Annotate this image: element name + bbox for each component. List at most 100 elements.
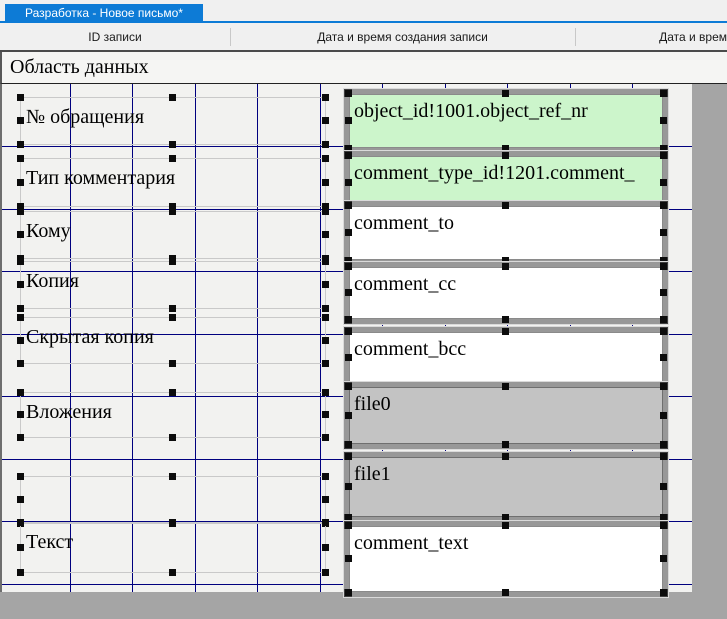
- selection-handle[interactable]: [322, 179, 329, 186]
- selection-handle[interactable]: [502, 441, 509, 448]
- selection-handle[interactable]: [17, 94, 24, 101]
- selection-handle[interactable]: [345, 117, 352, 124]
- selection-handle[interactable]: [660, 263, 667, 270]
- selection-handle[interactable]: [660, 514, 667, 521]
- selection-handle[interactable]: [345, 354, 352, 361]
- selection-handle[interactable]: [502, 589, 509, 596]
- selection-handle[interactable]: [322, 389, 329, 396]
- selection-handle[interactable]: [17, 411, 24, 418]
- selection-handle[interactable]: [17, 519, 24, 526]
- selection-handle[interactable]: [169, 305, 176, 312]
- field-frame[interactable]: file1: [344, 452, 668, 522]
- selection-handle[interactable]: [660, 441, 667, 448]
- selection-handle[interactable]: [322, 569, 329, 576]
- selection-handle[interactable]: [345, 289, 352, 296]
- label-frame[interactable]: Скрытая копия: [20, 317, 326, 364]
- label-frame[interactable]: [20, 476, 326, 524]
- selection-handle[interactable]: [345, 383, 352, 390]
- selection-handle[interactable]: [502, 90, 509, 97]
- selection-handle[interactable]: [502, 522, 509, 529]
- selection-handle[interactable]: [660, 483, 667, 490]
- selection-handle[interactable]: [17, 434, 24, 441]
- field-box[interactable]: object_id!1001.object_ref_nr: [349, 94, 663, 148]
- selection-handle[interactable]: [345, 229, 352, 236]
- selection-handle[interactable]: [322, 434, 329, 441]
- selection-handle[interactable]: [169, 141, 176, 148]
- selection-handle[interactable]: [17, 305, 24, 312]
- selection-handle[interactable]: [345, 453, 352, 460]
- field-box[interactable]: file0: [349, 387, 663, 444]
- selection-handle[interactable]: [169, 258, 176, 265]
- selection-handle[interactable]: [502, 453, 509, 460]
- selection-handle[interactable]: [345, 179, 352, 186]
- selection-handle[interactable]: [322, 231, 329, 238]
- selection-handle[interactable]: [322, 360, 329, 367]
- selection-handle[interactable]: [322, 281, 329, 288]
- selection-handle[interactable]: [17, 155, 24, 162]
- field-box[interactable]: comment_bcc: [349, 332, 663, 384]
- selection-handle[interactable]: [502, 202, 509, 209]
- selection-handle[interactable]: [17, 281, 24, 288]
- selection-handle[interactable]: [345, 589, 352, 596]
- selection-handle[interactable]: [502, 383, 509, 390]
- selection-handle[interactable]: [660, 179, 667, 186]
- selection-handle[interactable]: [502, 152, 509, 159]
- selection-handle[interactable]: [660, 289, 667, 296]
- selection-handle[interactable]: [322, 411, 329, 418]
- selection-handle[interactable]: [17, 337, 24, 344]
- field-box[interactable]: comment_text: [349, 526, 663, 592]
- label-frame[interactable]: Кому: [20, 211, 326, 259]
- ruler-column-modified[interactable]: Дата и врем: [575, 23, 727, 50]
- selection-handle[interactable]: [660, 412, 667, 419]
- selection-handle[interactable]: [502, 328, 509, 335]
- selection-handle[interactable]: [502, 263, 509, 270]
- label-frame[interactable]: Вложения: [20, 392, 326, 438]
- selection-handle[interactable]: [17, 258, 24, 265]
- selection-handle[interactable]: [17, 231, 24, 238]
- selection-handle[interactable]: [17, 117, 24, 124]
- label-frame[interactable]: № обращения: [20, 97, 326, 145]
- ruler-column-id[interactable]: ID записи: [0, 23, 230, 50]
- selection-handle[interactable]: [17, 314, 24, 321]
- selection-handle[interactable]: [322, 208, 329, 215]
- selection-handle[interactable]: [17, 179, 24, 186]
- selection-handle[interactable]: [17, 496, 24, 503]
- field-frame[interactable]: comment_to: [344, 201, 668, 265]
- selection-handle[interactable]: [322, 141, 329, 148]
- field-frame[interactable]: comment_bcc: [344, 327, 668, 389]
- design-area[interactable]: № обращения object_id!1001.object_ref_nr Т…: [0, 84, 692, 592]
- selection-handle[interactable]: [17, 473, 24, 480]
- label-frame[interactable]: Тип комментария: [20, 158, 326, 207]
- selection-handle[interactable]: [17, 360, 24, 367]
- selection-handle[interactable]: [17, 569, 24, 576]
- selection-handle[interactable]: [345, 412, 352, 419]
- selection-handle[interactable]: [322, 94, 329, 101]
- selection-handle[interactable]: [322, 473, 329, 480]
- field-frame[interactable]: comment_text: [344, 521, 668, 597]
- selection-handle[interactable]: [660, 555, 667, 562]
- field-box[interactable]: comment_to: [349, 206, 663, 260]
- field-box[interactable]: comment_cc: [349, 267, 663, 319]
- selection-handle[interactable]: [169, 389, 176, 396]
- selection-handle[interactable]: [345, 263, 352, 270]
- selection-handle[interactable]: [660, 328, 667, 335]
- selection-handle[interactable]: [660, 383, 667, 390]
- field-frame[interactable]: comment_cc: [344, 262, 668, 324]
- selection-handle[interactable]: [322, 305, 329, 312]
- selection-handle[interactable]: [169, 519, 176, 526]
- selection-handle[interactable]: [169, 360, 176, 367]
- selection-handle[interactable]: [17, 389, 24, 396]
- selection-handle[interactable]: [17, 544, 24, 551]
- selection-handle[interactable]: [660, 117, 667, 124]
- selection-handle[interactable]: [345, 483, 352, 490]
- field-frame[interactable]: object_id!1001.object_ref_nr: [344, 89, 668, 153]
- selection-handle[interactable]: [660, 202, 667, 209]
- selection-handle[interactable]: [660, 522, 667, 529]
- selection-handle[interactable]: [322, 496, 329, 503]
- selection-handle[interactable]: [169, 473, 176, 480]
- selection-handle[interactable]: [169, 94, 176, 101]
- selection-handle[interactable]: [169, 208, 176, 215]
- selection-handle[interactable]: [345, 555, 352, 562]
- label-frame[interactable]: Текст: [20, 522, 326, 573]
- selection-handle[interactable]: [17, 208, 24, 215]
